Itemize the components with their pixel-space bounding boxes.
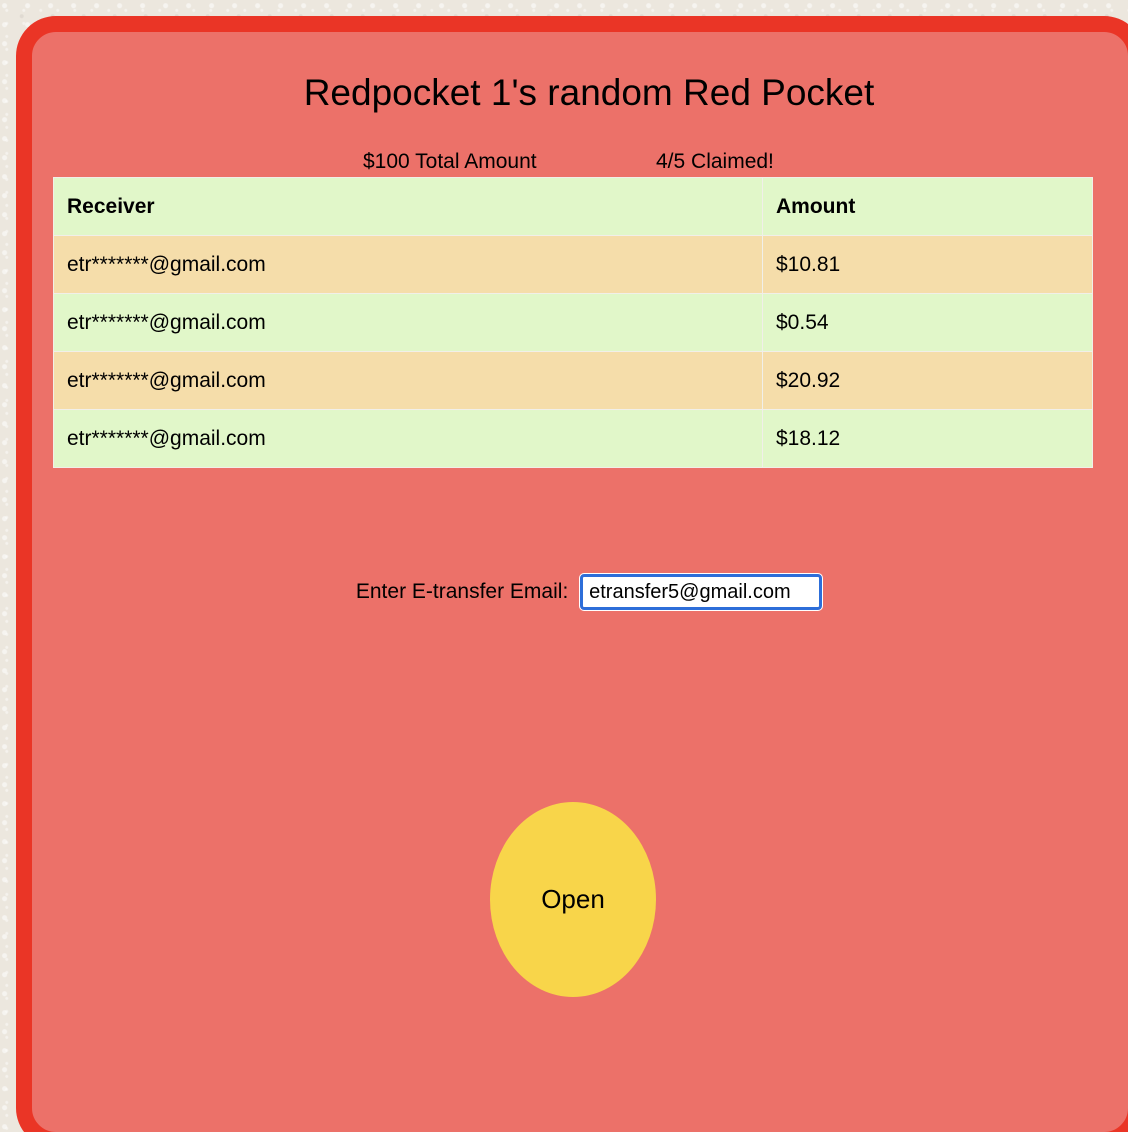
receivers-table: Receiver Amount etr*******@gmail.com $10… [53,177,1093,468]
receiver-cell: etr*******@gmail.com [53,293,763,352]
amount-column-header: Amount [762,177,1093,236]
open-button[interactable]: Open [490,802,656,997]
page-title: Redpocket 1's random Red Pocket [303,72,875,113]
email-form-row: Enter E-transfer Email: [32,573,1128,611]
amount-cell: $18.12 [762,409,1093,468]
table-row: etr*******@gmail.com $18.12 [53,409,1093,468]
table-header-row: Receiver Amount [53,177,1093,236]
red-pocket-card: Redpocket 1's random Red Pocket $100 Tot… [16,16,1128,1132]
receiver-cell: etr*******@gmail.com [53,235,763,294]
claimed-count-text: 4/5 Claimed! [656,150,774,173]
email-label: Enter E-transfer Email: [355,580,569,603]
total-amount-text: $100 Total Amount [363,150,537,173]
amount-cell: $10.81 [762,235,1093,294]
table-row: etr*******@gmail.com $0.54 [53,293,1093,352]
amount-cell: $20.92 [762,351,1093,410]
receiver-column-header: Receiver [53,177,763,236]
receiver-cell: etr*******@gmail.com [53,351,763,410]
table-row: etr*******@gmail.com $10.81 [53,235,1093,294]
email-input[interactable] [579,573,824,611]
table-row: etr*******@gmail.com $20.92 [53,351,1093,410]
receiver-cell: etr*******@gmail.com [53,409,763,468]
amount-cell: $0.54 [762,293,1093,352]
